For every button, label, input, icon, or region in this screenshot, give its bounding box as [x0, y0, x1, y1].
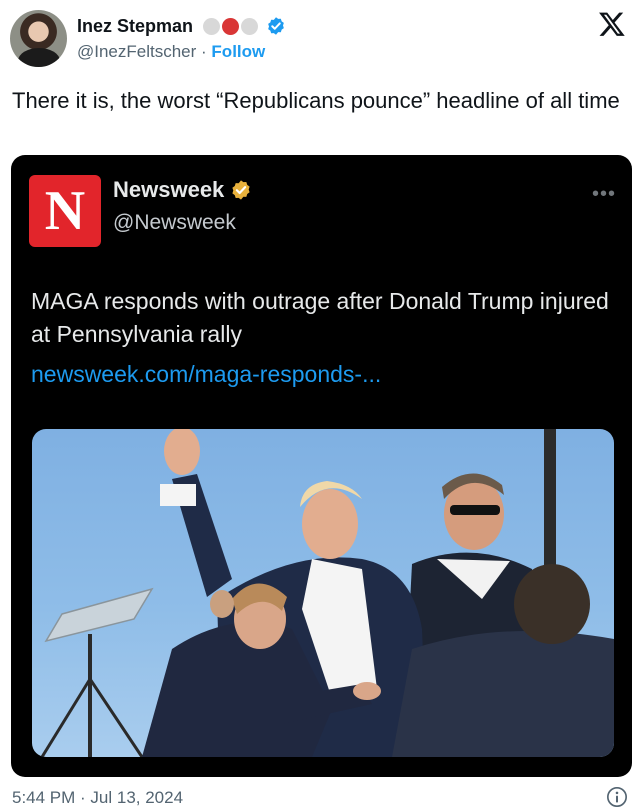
affiliation-badges — [203, 17, 259, 35]
handle-row: @InezFeltscher · Follow — [77, 42, 265, 62]
embedded-tweet-text: MAGA responds with outrage after Donald … — [31, 288, 609, 347]
name-row: Inez Stepman — [77, 14, 286, 38]
embedded-name-row: Newsweek — [113, 177, 252, 203]
tweet-header: Inez Stepman @InezFeltscher · Follow — [0, 0, 640, 74]
follow-button[interactable]: Follow — [211, 42, 265, 61]
handle-separator: · — [196, 42, 212, 61]
gold-verified-badge-icon — [232, 180, 250, 200]
more-options-icon[interactable]: ••• — [592, 183, 616, 206]
tweet-timestamp[interactable]: 5:44 PM · Jul 13, 2024 — [12, 788, 183, 808]
article-photo[interactable] — [32, 429, 614, 757]
badge-dot-1 — [203, 17, 221, 35]
info-icon[interactable] — [606, 786, 628, 808]
handle[interactable]: @InezFeltscher — [77, 42, 196, 61]
verified-badge-icon — [268, 17, 284, 35]
x-logo-icon[interactable] — [598, 10, 626, 38]
avatar[interactable] — [10, 10, 67, 67]
badge-dot-2 — [222, 17, 240, 35]
embedded-display-name[interactable]: Newsweek — [113, 177, 224, 203]
embedded-tweet-card[interactable]: N Newsweek @Newsweek ••• MAGA responds w… — [11, 155, 632, 777]
embedded-handle[interactable]: @Newsweek — [113, 211, 236, 235]
display-name[interactable]: Inez Stepman — [77, 16, 193, 37]
newsweek-logo[interactable]: N — [29, 175, 101, 247]
embedded-article-link[interactable]: newsweek.com/maga-responds-... — [31, 361, 381, 388]
tweet-text: There it is, the worst “Republicans poun… — [12, 88, 620, 113]
badge-dot-3 — [241, 17, 259, 35]
